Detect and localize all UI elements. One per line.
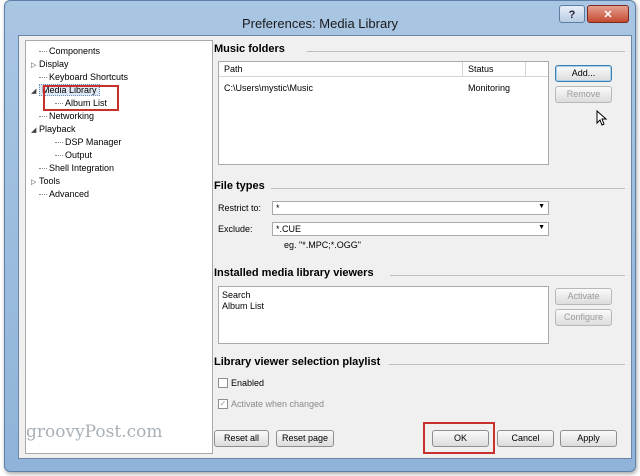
tree-item-output[interactable]: Output [47, 150, 92, 160]
list-item[interactable]: Search [222, 290, 251, 300]
column-header-status[interactable]: Status [468, 64, 494, 74]
collapse-arrow-icon[interactable]: ◢ [31, 87, 39, 95]
tree-item-dsp-manager[interactable]: DSP Manager [47, 137, 121, 147]
exclude-value: *.CUE [276, 224, 302, 234]
tree-item-label: DSP Manager [65, 137, 122, 147]
cancel-button[interactable]: Cancel [497, 430, 554, 447]
section-divider [307, 51, 625, 52]
folder-path-cell: C:\Users\mystic\Music [224, 83, 314, 93]
dialog-client-area: Components ▷ Display Keyboard Shortcuts ◢… [18, 35, 632, 459]
ok-button[interactable]: OK [432, 430, 489, 447]
tree-item-display[interactable]: ▷ Display [31, 59, 69, 69]
tree-connector [39, 116, 47, 118]
section-divider [271, 188, 625, 189]
tree-connector [39, 77, 47, 79]
activate-viewer-button[interactable]: Activate [555, 288, 612, 305]
tree-connector [55, 142, 63, 144]
reset-page-button[interactable]: Reset page [276, 430, 334, 447]
window-title: Preferences: Media Library [241, 16, 399, 31]
folder-status-cell: Monitoring [468, 83, 511, 93]
collapse-arrow-icon[interactable]: ◢ [31, 126, 39, 134]
column-separator[interactable] [462, 62, 463, 76]
enabled-label: Enabled [231, 378, 265, 388]
activate-when-changed-checkbox[interactable]: ✓ [218, 399, 228, 409]
tree-item-keyboard-shortcuts[interactable]: Keyboard Shortcuts [31, 72, 128, 82]
preferences-tree[interactable]: Components ▷ Display Keyboard Shortcuts ◢… [25, 40, 213, 454]
add-folder-button[interactable]: Add... [555, 65, 612, 82]
tree-item-playback[interactable]: ◢ Playback [31, 124, 76, 134]
annotation-highlight-box [43, 85, 119, 111]
expand-arrow-icon[interactable]: ▷ [31, 61, 39, 69]
tree-item-label: Shell Integration [49, 163, 115, 173]
tree-connector [39, 51, 47, 53]
title-bar[interactable]: Preferences: Media Library ? ✕ [5, 1, 635, 37]
viewers-list[interactable]: Search Album List [218, 286, 549, 344]
file-types-hint: eg. "*.MPC;*.OGG" [284, 240, 361, 250]
tree-item-tools[interactable]: ▷ Tools [31, 176, 60, 186]
music-folders-list[interactable]: Path Status C:\Users\mystic\Music Monito… [218, 61, 549, 165]
music-folders-heading: Music folders [214, 43, 285, 55]
tree-item-shell-integration[interactable]: Shell Integration [31, 163, 114, 173]
dropdown-arrow-icon[interactable]: ▼ [538, 203, 545, 210]
enabled-checkbox[interactable] [218, 378, 228, 388]
tree-item-components[interactable]: Components [31, 46, 100, 56]
restrict-to-label: Restrict to: [218, 203, 262, 213]
column-header-path[interactable]: Path [224, 64, 243, 74]
close-button[interactable]: ✕ [587, 5, 629, 23]
expand-arrow-icon[interactable]: ▷ [31, 178, 39, 186]
tree-item-networking[interactable]: Networking [31, 111, 94, 121]
section-divider [390, 275, 625, 276]
preferences-window: Preferences: Media Library ? ✕ Component… [4, 0, 636, 472]
list-item[interactable]: Album List [222, 301, 264, 311]
watermark-text: groovyPost.com [26, 422, 163, 442]
tree-item-label: Networking [49, 111, 95, 121]
configure-viewer-button[interactable]: Configure [555, 309, 612, 326]
tree-connector [39, 194, 47, 196]
exclude-combo[interactable]: *.CUE ▼ [272, 222, 549, 236]
exclude-label: Exclude: [218, 224, 253, 234]
list-header: Path Status [219, 62, 548, 77]
mouse-cursor-icon [596, 110, 608, 126]
playlist-heading: Library viewer selection playlist [214, 356, 381, 368]
tree-item-label: Keyboard Shortcuts [49, 72, 129, 82]
tree-item-label: Components [49, 46, 101, 56]
column-separator[interactable] [525, 62, 526, 76]
tree-item-label: Tools [39, 176, 61, 186]
section-divider [389, 364, 625, 365]
help-button[interactable]: ? [559, 5, 585, 23]
tree-item-advanced[interactable]: Advanced [31, 189, 89, 199]
remove-folder-button[interactable]: Remove [555, 86, 612, 103]
file-types-heading: File types [214, 180, 265, 192]
viewers-heading: Installed media library viewers [214, 267, 374, 279]
apply-button[interactable]: Apply [560, 430, 617, 447]
activate-when-changed-label: Activate when changed [231, 399, 325, 409]
tree-connector [55, 155, 63, 157]
tree-item-label: Advanced [49, 189, 90, 199]
tree-item-label: Playback [39, 124, 76, 134]
tree-item-label: Output [65, 150, 93, 160]
restrict-to-combo[interactable]: * ▼ [272, 201, 549, 215]
tree-connector [39, 168, 47, 170]
reset-all-button[interactable]: Reset all [214, 430, 269, 447]
tree-item-label: Display [39, 59, 69, 69]
dropdown-arrow-icon[interactable]: ▼ [538, 224, 545, 231]
restrict-to-value: * [276, 203, 280, 213]
